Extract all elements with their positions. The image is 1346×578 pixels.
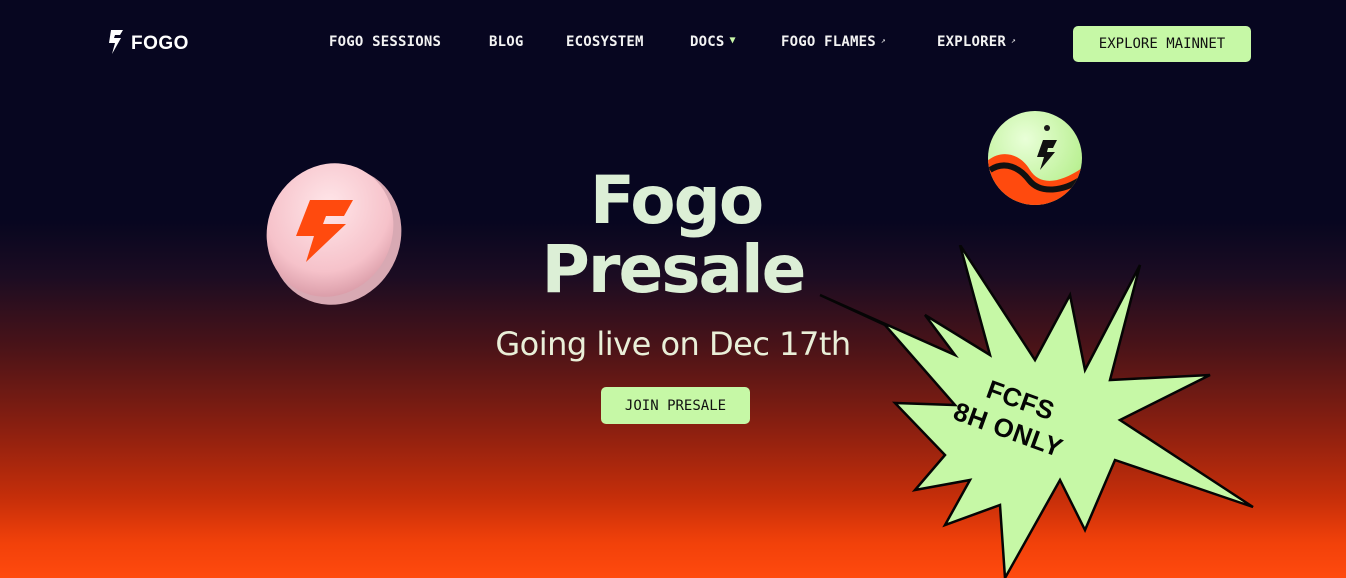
chevron-down-icon: ▼	[729, 35, 736, 46]
nav-item-label: FOGO SESSIONS	[329, 34, 442, 50]
nav-item-label: EXPLORER	[937, 34, 1007, 50]
nav-item-label: FOGO FLAMES	[781, 34, 876, 50]
nav-item-explorer[interactable]: EXPLORER ↗	[937, 34, 1016, 50]
hero-title-line-1: Fogo	[589, 162, 764, 239]
nav-item-blog[interactable]: BLOG	[489, 34, 524, 50]
brand-name: FOGO	[131, 33, 189, 54]
nav-item-label: BLOG	[489, 34, 524, 50]
nav-item-fogo-sessions[interactable]: FOGO SESSIONS	[329, 34, 441, 50]
join-presale-button[interactable]: JOIN PRESALE	[601, 387, 750, 424]
explore-mainnet-button[interactable]: EXPLORE MAINNET	[1073, 26, 1251, 62]
nav-item-label: ECOSYSTEM	[566, 34, 644, 50]
nav-item-fogo-flames[interactable]: FOGO FLAMES ↗	[781, 34, 886, 50]
nav-item-label: DOCS	[690, 34, 725, 50]
external-link-icon: ↗	[1011, 36, 1017, 45]
nav-item-ecosystem[interactable]: ECOSYSTEM	[566, 34, 644, 50]
top-navigation: FOGO FOGO SESSIONS BLOG ECOSYSTEM DOCS ▼…	[0, 0, 1346, 90]
nav-item-docs[interactable]: DOCS ▼	[690, 34, 736, 50]
fogo-logo[interactable]: FOGO	[108, 30, 189, 58]
fogo-bolt-icon	[108, 30, 124, 58]
external-link-icon: ↗	[880, 36, 886, 45]
